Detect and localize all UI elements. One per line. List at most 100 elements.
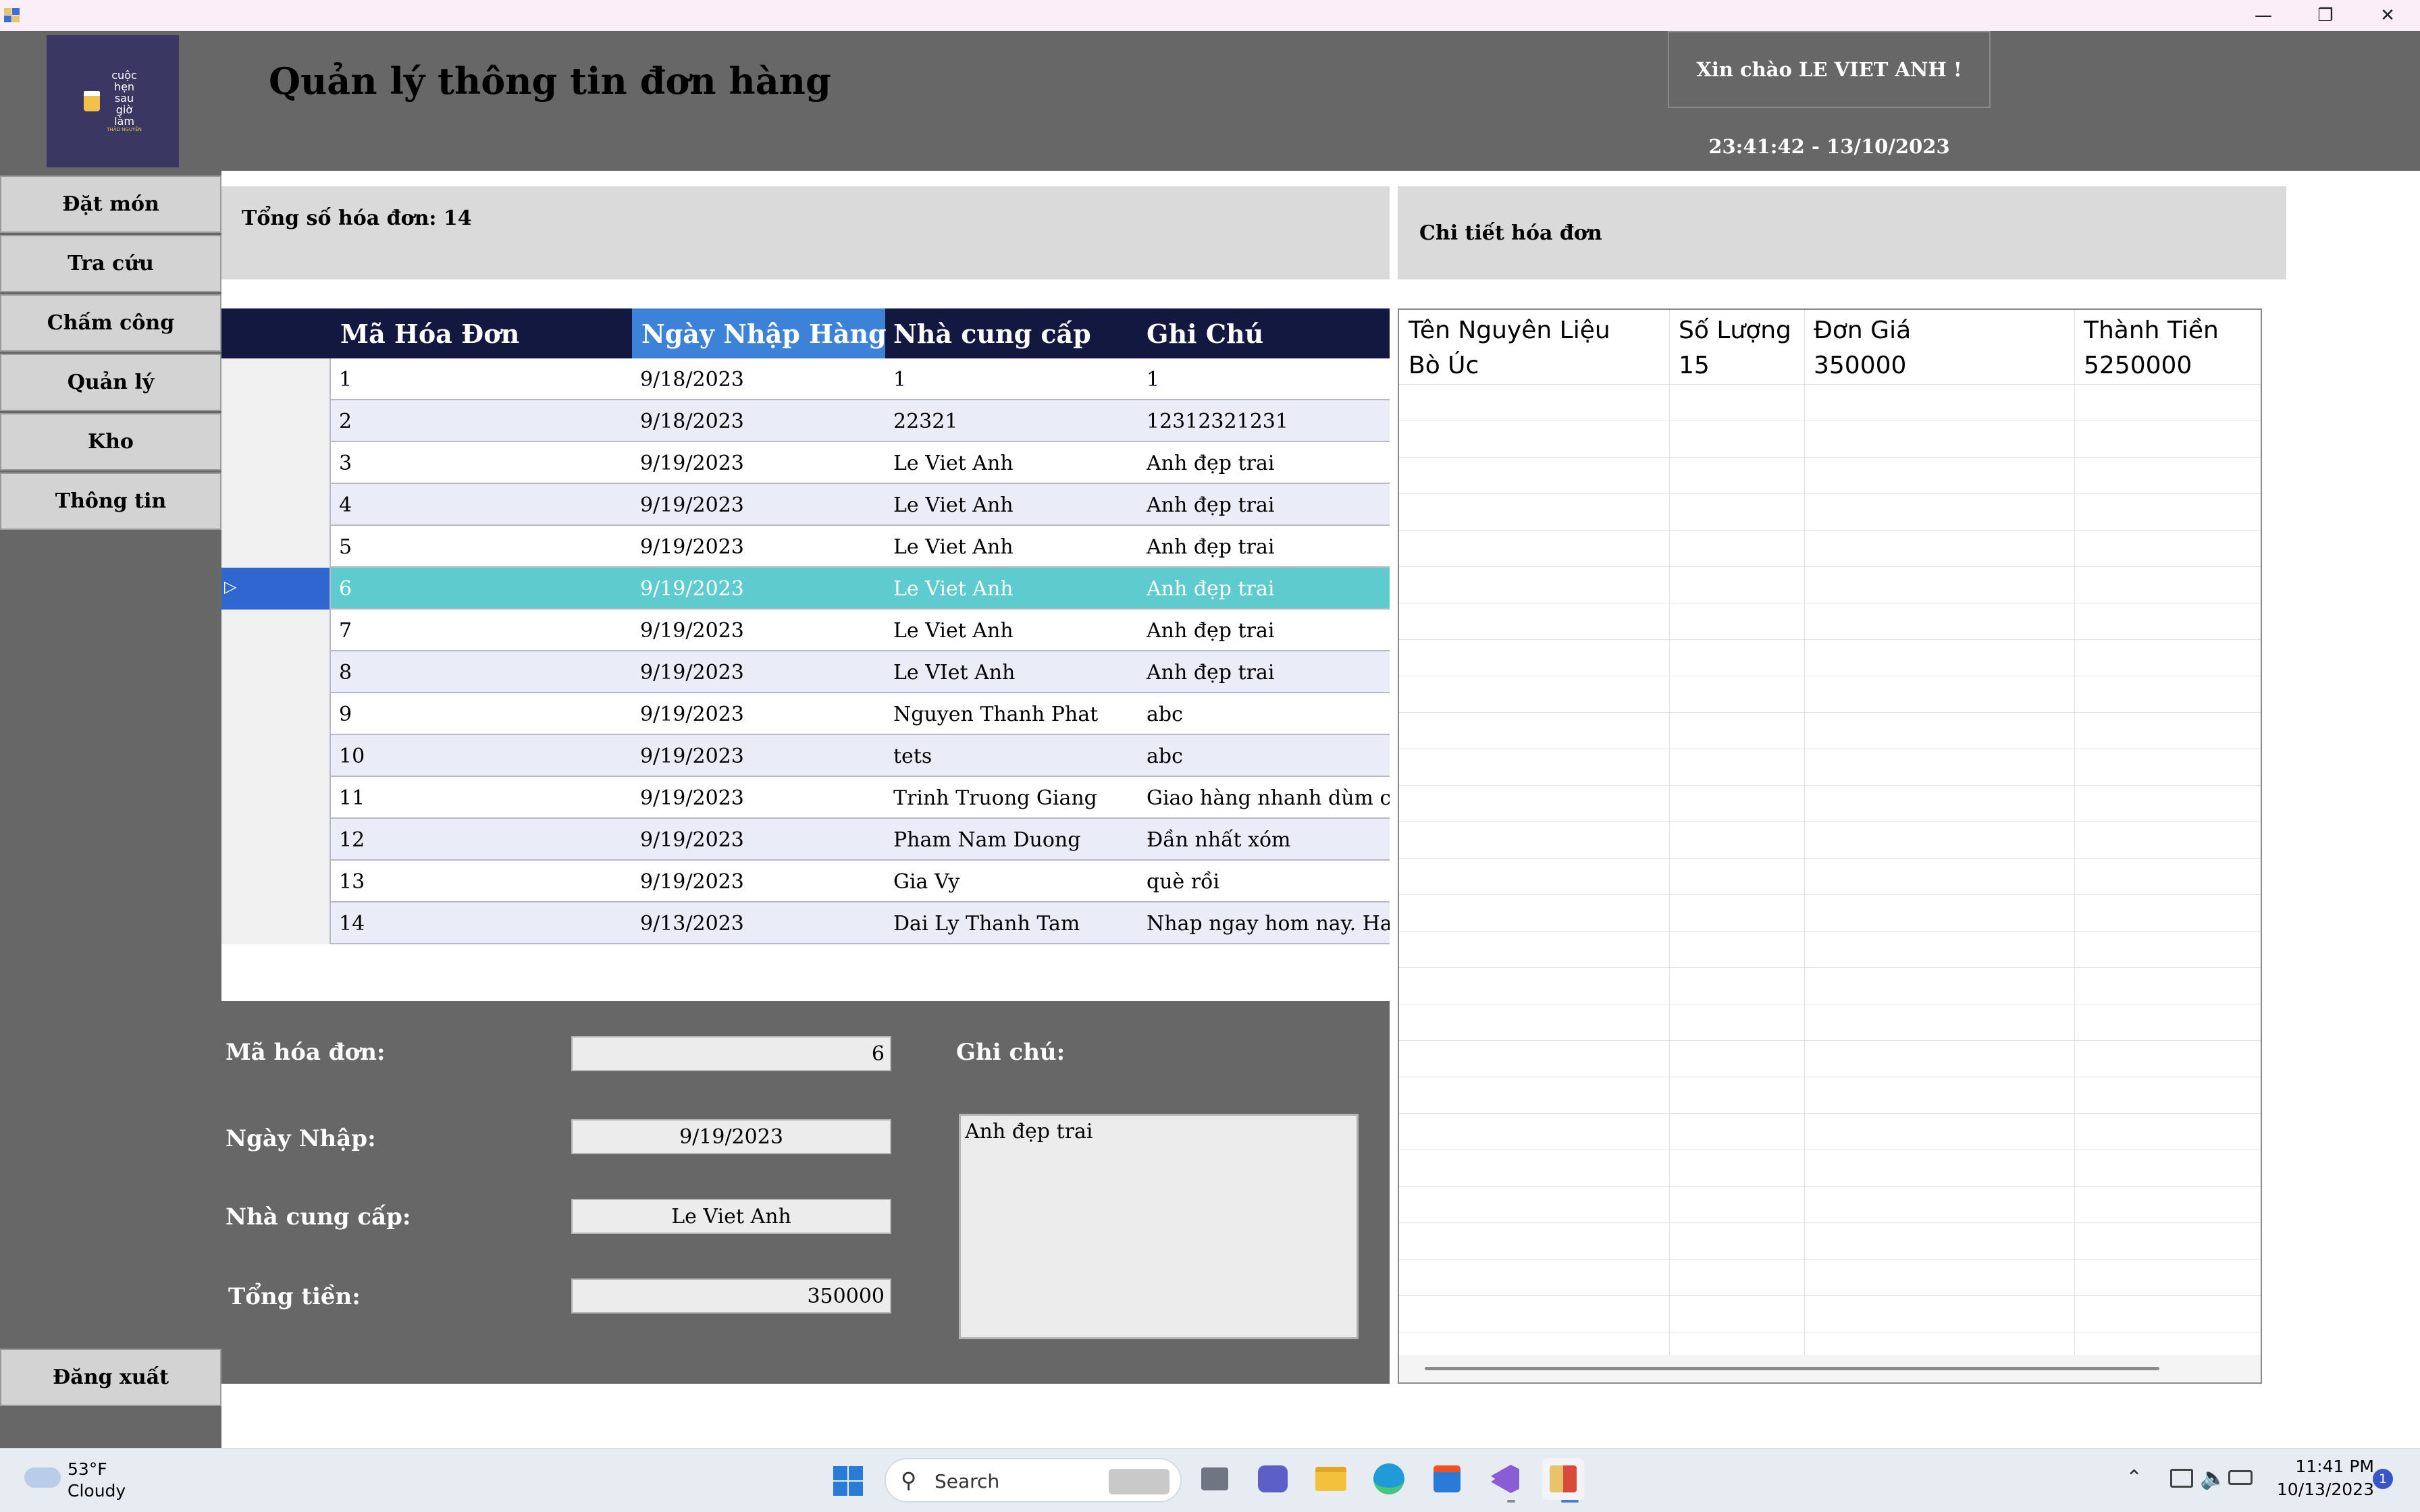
table-cell[interactable]: 12 — [331, 819, 632, 861]
table-cell[interactable]: 9/19/2023 — [632, 735, 885, 777]
invoice-detail-grid[interactable]: Tên Nguyên Liệu Số Lượng Đơn Giá Thành T… — [1398, 308, 2262, 1384]
table-cell[interactable]: 9/19/2023 — [632, 777, 885, 819]
row-header[interactable] — [221, 442, 331, 484]
table-cell[interactable]: Anh đẹp trai — [1138, 526, 1390, 568]
table-cell[interactable]: Pham Nam Duong — [885, 819, 1138, 861]
table-row[interactable]: 7 9/19/2023 Le Viet Anh Anh đẹp trai — [221, 610, 1390, 651]
table-cell[interactable]: 14 — [331, 902, 632, 944]
table-cell[interactable]: Nhap ngay hom nay. Ha... — [1138, 902, 1390, 944]
table-cell[interactable]: Giao hàng nhanh dùm cái — [1138, 777, 1390, 819]
chevron-up-icon[interactable]: ⌃ — [2126, 1466, 2142, 1490]
table-row[interactable]: 11 9/19/2023 Trinh Truong Giang Giao hàng n… — [221, 777, 1390, 819]
sidebar-item-tra-cuu[interactable]: Tra cứu — [0, 235, 221, 292]
grid-header-ngay-nhap-hang[interactable]: Ngày Nhập Hàng — [632, 308, 887, 358]
table-cell[interactable]: 9/18/2023 — [632, 400, 885, 442]
total-field[interactable]: 350000 — [571, 1278, 891, 1314]
table-cell[interactable]: Anh đẹp trai — [1138, 651, 1390, 693]
note-textarea[interactable]: Anh đẹp trai — [959, 1114, 1359, 1339]
row-header[interactable] — [221, 610, 331, 651]
row-header[interactable] — [221, 400, 331, 442]
logout-button[interactable]: Đăng xuất — [0, 1349, 221, 1406]
table-cell[interactable]: abc — [1138, 693, 1390, 735]
table-cell[interactable]: 9/19/2023 — [632, 484, 885, 526]
minimize-button[interactable]: — — [2232, 0, 2294, 31]
table-cell[interactable]: 9 — [331, 693, 632, 735]
table-cell[interactable]: 1 — [1138, 358, 1390, 400]
grid-header-ghi-chu[interactable]: Ghi Chú — [1138, 308, 1390, 358]
table-cell[interactable]: què rồi — [1138, 861, 1390, 902]
taskbar-time[interactable]: 11:41 PM — [2276, 1457, 2374, 1476]
detail-header-ten-nguyen-lieu[interactable]: Tên Nguyên Liệu — [1409, 317, 1610, 344]
row-header[interactable] — [221, 902, 331, 944]
table-cell[interactable]: Gia Vy — [885, 861, 1138, 902]
notification-badge[interactable]: 1 — [2373, 1469, 2393, 1489]
table-row[interactable]: 13 9/19/2023 Gia Vy què rồi — [221, 861, 1390, 902]
table-cell[interactable]: 11 — [331, 777, 632, 819]
table-cell[interactable]: 3 — [331, 442, 632, 484]
table-cell[interactable]: 5 — [331, 526, 632, 568]
taskbar-search-box[interactable]: ⚲ Search — [885, 1458, 1182, 1503]
edge-browser-icon[interactable] — [1368, 1458, 1410, 1500]
battery-icon[interactable] — [2228, 1470, 2253, 1485]
table-cell[interactable]: Le VIet Anh — [885, 651, 1138, 693]
sidebar-item-kho[interactable]: Kho — [0, 413, 221, 470]
table-cell[interactable]: tets — [885, 735, 1138, 777]
table-row[interactable]: 3 9/19/2023 Le Viet Anh Anh đẹp trai — [221, 442, 1390, 484]
row-header[interactable] — [221, 526, 331, 568]
detail-header-so-luong[interactable]: Số Lượng — [1679, 317, 1791, 344]
row-header[interactable] — [221, 861, 331, 902]
table-row[interactable]: ▷ 6 9/19/2023 Le Viet Anh Anh đẹp trai — [221, 568, 1390, 610]
detail-cell-quantity[interactable]: 15 — [1679, 352, 1710, 379]
table-row[interactable]: 5 9/19/2023 Le Viet Anh Anh đẹp trai — [221, 526, 1390, 568]
table-row[interactable]: 2 9/18/2023 22321 12312321231 — [221, 400, 1390, 442]
store-icon[interactable] — [1426, 1458, 1468, 1500]
table-cell[interactable]: 4 — [331, 484, 632, 526]
table-cell[interactable]: Anh đẹp trai — [1138, 484, 1390, 526]
table-cell[interactable]: 9/19/2023 — [632, 651, 885, 693]
detail-cell-unit-price[interactable]: 350000 — [1814, 352, 1906, 379]
table-cell[interactable]: Dai Ly Thanh Tam — [885, 902, 1138, 944]
table-cell[interactable]: 10 — [331, 735, 632, 777]
table-cell[interactable]: 12312321231 — [1138, 400, 1390, 442]
table-cell[interactable]: 9/19/2023 — [632, 693, 885, 735]
table-cell[interactable]: Nguyen Thanh Phat — [885, 693, 1138, 735]
table-cell[interactable]: Trinh Truong Giang — [885, 777, 1138, 819]
table-cell[interactable]: 9/19/2023 — [632, 819, 885, 861]
row-header[interactable] — [221, 651, 331, 693]
table-row[interactable]: 1 9/18/2023 1 1 — [221, 358, 1390, 400]
table-cell[interactable]: 9/19/2023 — [632, 610, 885, 651]
table-cell[interactable]: 9/19/2023 — [632, 526, 885, 568]
table-cell[interactable]: 9/19/2023 — [632, 568, 885, 610]
table-cell[interactable]: 8 — [331, 651, 632, 693]
sidebar-item-thong-tin[interactable]: Thông tin — [0, 473, 221, 530]
row-header[interactable] — [221, 693, 331, 735]
row-header[interactable] — [221, 819, 331, 861]
row-header[interactable] — [221, 358, 331, 400]
table-cell[interactable]: Anh đẹp trai — [1138, 610, 1390, 651]
table-row[interactable]: 10 9/19/2023 tets abc — [221, 735, 1390, 777]
network-icon[interactable] — [2170, 1469, 2193, 1488]
table-cell[interactable]: 6 — [331, 568, 632, 610]
table-row[interactable]: 12 9/19/2023 Pham Nam Duong Đần nhất xóm — [221, 819, 1390, 861]
scrollbar-thumb[interactable] — [1425, 1367, 2159, 1370]
task-view-icon[interactable] — [1194, 1458, 1236, 1500]
table-cell[interactable]: 13 — [331, 861, 632, 902]
date-field[interactable]: 9/19/2023 — [571, 1119, 891, 1154]
file-explorer-icon[interactable] — [1310, 1458, 1352, 1500]
table-cell[interactable]: 9/13/2023 — [632, 902, 885, 944]
row-header[interactable] — [221, 735, 331, 777]
app-taskbar-icon[interactable] — [1542, 1458, 1584, 1500]
table-cell[interactable]: Le Viet Anh — [885, 568, 1138, 610]
table-cell[interactable]: 2 — [331, 400, 632, 442]
table-cell[interactable]: Le Viet Anh — [885, 484, 1138, 526]
detail-cell-ingredient[interactable]: Bò Úc — [1409, 352, 1479, 379]
restore-button[interactable]: ❐ — [2294, 0, 2357, 31]
sidebar-item-dat-mon[interactable]: Đặt món — [0, 176, 221, 233]
volume-icon[interactable]: 🔈 — [2200, 1465, 2227, 1490]
invoice-id-field[interactable]: 6 — [571, 1036, 891, 1071]
table-row[interactable]: 14 9/13/2023 Dai Ly Thanh Tam Nhap ngay hom… — [221, 902, 1390, 944]
table-cell[interactable]: Le Viet Anh — [885, 610, 1138, 651]
grid-header-nha-cung-cap[interactable]: Nhà cung cấp — [885, 308, 1138, 358]
table-cell[interactable]: 9/18/2023 — [632, 358, 885, 400]
sidebar-item-cham-cong[interactable]: Chấm công — [0, 294, 221, 352]
